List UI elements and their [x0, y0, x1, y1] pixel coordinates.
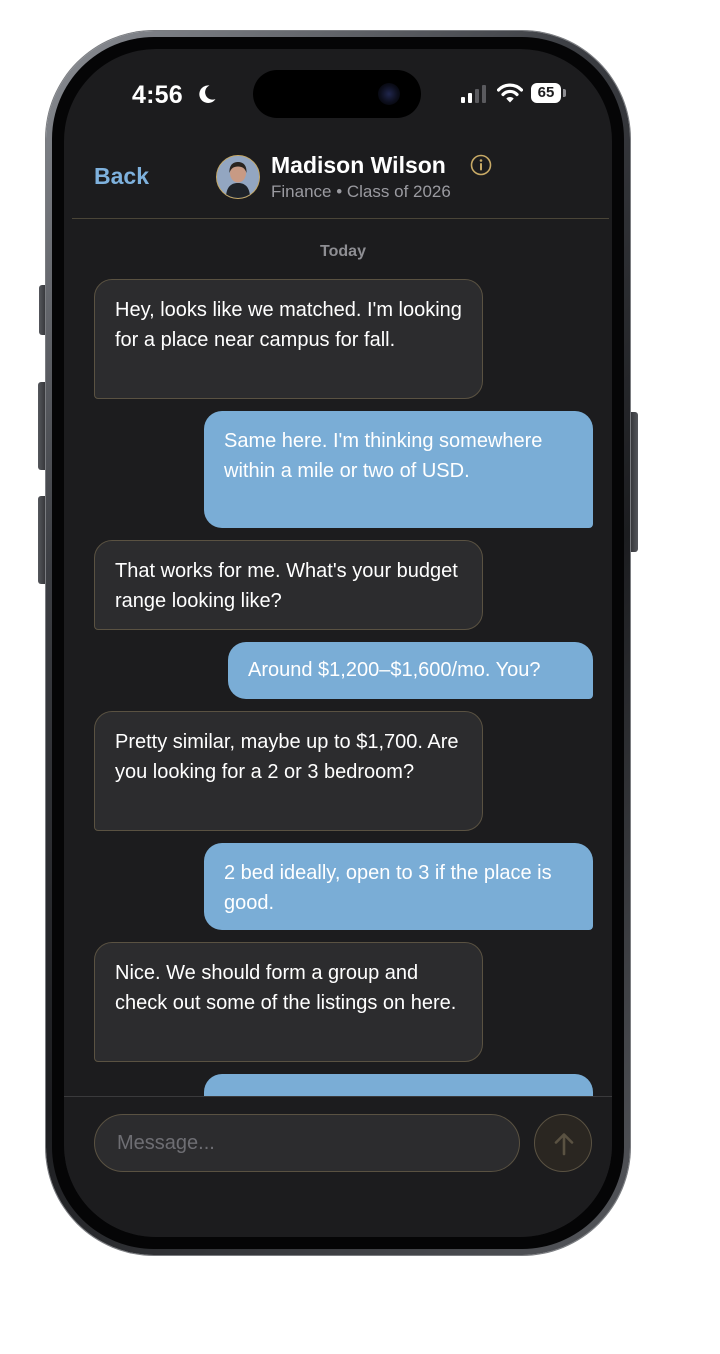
message-bubble-incoming[interactable]: Hey, looks like we matched. I'm looking …	[94, 279, 483, 399]
arrow-up-icon	[554, 1133, 574, 1156]
message-bubble-outgoing[interactable]: Around $1,200–$1,600/mo. You?	[228, 642, 593, 699]
signal-icon	[461, 85, 486, 103]
dynamic-island	[253, 70, 421, 118]
avatar[interactable]	[216, 155, 260, 199]
back-button[interactable]: Back	[94, 163, 149, 190]
date-separator: Today	[320, 243, 366, 260]
contact-name[interactable]: Madison Wilson	[271, 152, 446, 179]
battery-nub	[563, 89, 566, 97]
message-bubble-incoming[interactable]: That works for me. What's your budget ra…	[94, 540, 483, 630]
message-bubble-outgoing[interactable]: 2 bed ideally, open to 3 if the place is…	[204, 843, 593, 930]
composer-bar	[64, 1096, 612, 1237]
chat-screen: 4:56 65 Back Madison Wilson Finance • Cl…	[64, 49, 612, 1237]
message-bubble-incoming[interactable]: Pretty similar, maybe up to $1,700. Are …	[94, 711, 483, 831]
phone-mockup: 4:56 65 Back Madison Wilson Finance • Cl…	[0, 0, 720, 1354]
message-bubble-outgoing[interactable]: Same here. I'm thinking somewhere within…	[204, 411, 593, 528]
message-input[interactable]	[94, 1114, 520, 1172]
battery-icon: 65	[531, 83, 561, 103]
front-camera	[378, 83, 400, 105]
status-time: 4:56	[132, 81, 183, 109]
contact-subtitle: Finance • Class of 2026	[271, 182, 451, 201]
header-divider	[72, 218, 609, 219]
wifi-icon	[497, 83, 523, 103]
info-icon[interactable]	[470, 154, 492, 176]
message-bubble-incoming[interactable]: Nice. We should form a group and check o…	[94, 942, 483, 1062]
send-button[interactable]	[534, 1114, 592, 1172]
moon-icon	[199, 85, 216, 103]
